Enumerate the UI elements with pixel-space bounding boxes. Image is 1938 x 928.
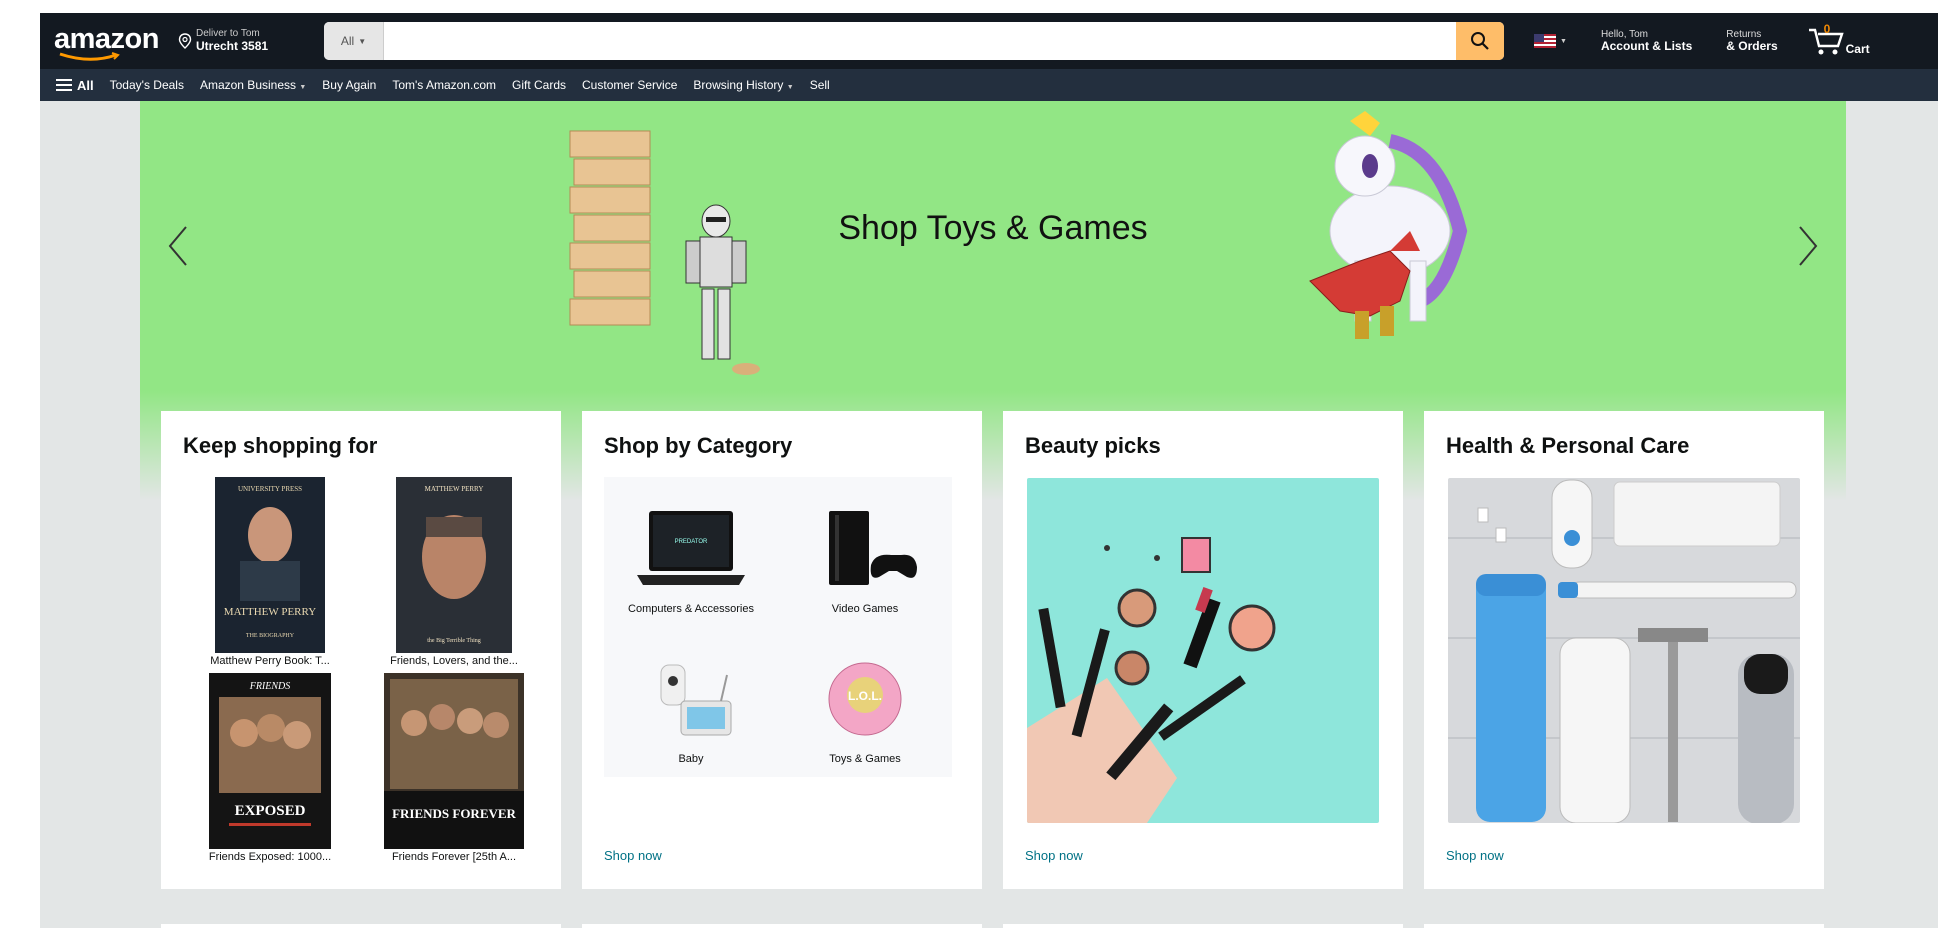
search-icon <box>1471 32 1489 50</box>
caret-down-icon: ▼ <box>1560 37 1567 45</box>
card-title: Keep shopping for <box>183 433 378 458</box>
hamburger-icon <box>56 79 72 91</box>
book-title[interactable]: Friends, Lovers, and the... <box>367 655 541 667</box>
svg-text:MATTHEW PERRY: MATTHEW PERRY <box>224 606 316 618</box>
shop-now-link[interactable]: Shop now <box>604 848 662 863</box>
baby-monitor-image <box>660 664 732 736</box>
svg-text:PREDATOR: PREDATOR <box>675 539 708 545</box>
caret-down-icon: ▼ <box>786 84 794 91</box>
search-bar: All ▼ <box>324 22 1504 60</box>
account-lists-menu[interactable]: Hello, Tom Account & Lists <box>1601 29 1692 53</box>
subnav-my-amazon[interactable]: Tom's Amazon.com <box>392 78 496 92</box>
laptop-image: PREDATOR <box>637 511 745 585</box>
top-navigation: amazon Deliver to Tom Utrecht 3581 All ▼… <box>40 13 1938 69</box>
category-label: Video Games <box>831 603 899 615</box>
book-grid: UNIVERSITY PRESS MATTHEW PERRY THE BIOGR… <box>183 477 541 863</box>
location-pin-icon <box>178 33 192 49</box>
deliver-location: Utrecht 3581 <box>196 38 269 53</box>
svg-text:THE BIOGRAPHY: THE BIOGRAPHY <box>246 633 295 639</box>
returns-orders-link[interactable]: Returns & Orders <box>1726 29 1777 53</box>
subnav-todays-deals[interactable]: Today's Deals <box>110 78 184 92</box>
next-row-card <box>582 924 982 928</box>
book-cover-image: FRIENDS FOREVER <box>384 673 524 849</box>
book-item[interactable]: MATTHEW PERRY the Big Terrible Thing Fri… <box>367 477 541 667</box>
health-products-image[interactable] <box>1448 478 1800 823</box>
lol-ball-toy-image: L.O.L. <box>828 662 902 736</box>
book-title[interactable]: Matthew Perry Book: T... <box>183 655 357 667</box>
svg-text:FRIENDS FOREVER: FRIENDS FOREVER <box>392 806 516 821</box>
subnav-buy-again[interactable]: Buy Again <box>322 78 376 92</box>
hero-carousel: Shop Toys & Games Keep shopping for UNIV… <box>140 101 1846 928</box>
cart-button[interactable]: 0 Cart <box>1808 22 1870 56</box>
beauty-products-image[interactable] <box>1027 478 1379 823</box>
card-title: Health & Personal Care <box>1446 433 1690 458</box>
category-label: Baby <box>678 753 704 765</box>
subnav-amazon-business[interactable]: Amazon Business ▼ <box>200 78 306 92</box>
book-cover-image: MATTHEW PERRY the Big Terrible Thing <box>396 477 512 653</box>
category-baby[interactable]: Baby <box>604 627 778 777</box>
category-computers[interactable]: PREDATOR Computers & Accessories <box>604 477 778 627</box>
account-lists-label: Account & Lists <box>1600 38 1693 53</box>
category-toys[interactable]: L.O.L. Toys & Games <box>778 627 952 777</box>
language-selector[interactable]: ▼ <box>1534 34 1567 48</box>
book-item[interactable]: FRIENDS EXPOSED Friends Exposed: 1000... <box>183 673 357 863</box>
all-menu-button[interactable]: All <box>56 78 94 93</box>
subnav-browsing-history[interactable]: Browsing History ▼ <box>693 78 793 92</box>
keep-shopping-card: Keep shopping for UNIVERSITY PRESS MATTH… <box>161 411 561 889</box>
next-row-card <box>1424 924 1824 928</box>
amazon-logo[interactable]: amazon <box>54 19 164 63</box>
subnav-customer-service[interactable]: Customer Service <box>582 78 677 92</box>
deliver-to-location[interactable]: Deliver to Tom Utrecht 3581 <box>178 29 308 52</box>
search-category-dropdown[interactable]: All ▼ <box>324 22 384 60</box>
smile-icon <box>59 52 120 61</box>
category-video-games[interactable]: Video Games <box>778 477 952 627</box>
category-label: Computers & Accessories <box>628 603 754 615</box>
book-cover-image: UNIVERSITY PRESS MATTHEW PERRY THE BIOGR… <box>215 477 325 653</box>
cart-count: 0 <box>1823 22 1831 36</box>
health-personal-care-card: Health & Personal Care Shop now <box>1424 411 1824 889</box>
svg-text:L.O.L.: L.O.L. <box>848 689 882 703</box>
book-item[interactable]: UNIVERSITY PRESS MATTHEW PERRY THE BIOGR… <box>183 477 357 667</box>
category-label: Toys & Games <box>829 753 901 765</box>
game-console-image <box>829 511 917 585</box>
book-title[interactable]: Friends Forever [25th A... <box>367 851 541 863</box>
subnav-gift-cards[interactable]: Gift Cards <box>512 78 566 92</box>
caret-down-icon: ▼ <box>358 36 367 46</box>
all-label: All <box>77 77 94 93</box>
card-title: Shop by Category <box>604 433 793 458</box>
shop-now-link[interactable]: Shop now <box>1025 848 1083 863</box>
card-title: Beauty picks <box>1025 433 1161 458</box>
cart-label: Cart <box>1845 42 1870 56</box>
book-title[interactable]: Friends Exposed: 1000... <box>183 851 357 863</box>
next-row-card <box>161 924 561 928</box>
svg-text:EXPOSED: EXPOSED <box>235 803 306 819</box>
book-item[interactable]: FRIENDS FOREVER Friends Forever [25th A.… <box>367 673 541 863</box>
hero-title[interactable]: Shop Toys & Games <box>140 209 1846 248</box>
search-input[interactable] <box>384 22 1456 60</box>
svg-text:the Big Terrible Thing: the Big Terrible Thing <box>427 638 481 644</box>
browser-viewport: amazon Deliver to Tom Utrecht 3581 All ▼… <box>40 13 1938 928</box>
search-button[interactable] <box>1456 22 1504 60</box>
svg-text:UNIVERSITY PRESS: UNIVERSITY PRESS <box>238 485 302 493</box>
secondary-navigation: All Today's Deals Amazon Business ▼ Buy … <box>40 69 1938 101</box>
svg-text:FRIENDS: FRIENDS <box>249 681 291 692</box>
us-flag-icon <box>1534 34 1556 48</box>
orders-label: & Orders <box>1726 38 1778 53</box>
shop-by-category-card: Shop by Category PREDATOR Computers & Ac… <box>582 411 982 889</box>
caret-down-icon: ▼ <box>299 84 307 91</box>
search-category-value: All <box>340 34 355 48</box>
category-grid: PREDATOR Computers & Accessories Video G… <box>604 477 952 777</box>
beauty-picks-card: Beauty picks Shop now <box>1003 411 1403 889</box>
subnav-sell[interactable]: Sell <box>810 78 830 92</box>
svg-text:MATTHEW PERRY: MATTHEW PERRY <box>425 485 484 493</box>
shop-now-link[interactable]: Shop now <box>1446 848 1504 863</box>
next-row-card <box>1003 924 1403 928</box>
book-cover-image: FRIENDS EXPOSED <box>209 673 331 849</box>
